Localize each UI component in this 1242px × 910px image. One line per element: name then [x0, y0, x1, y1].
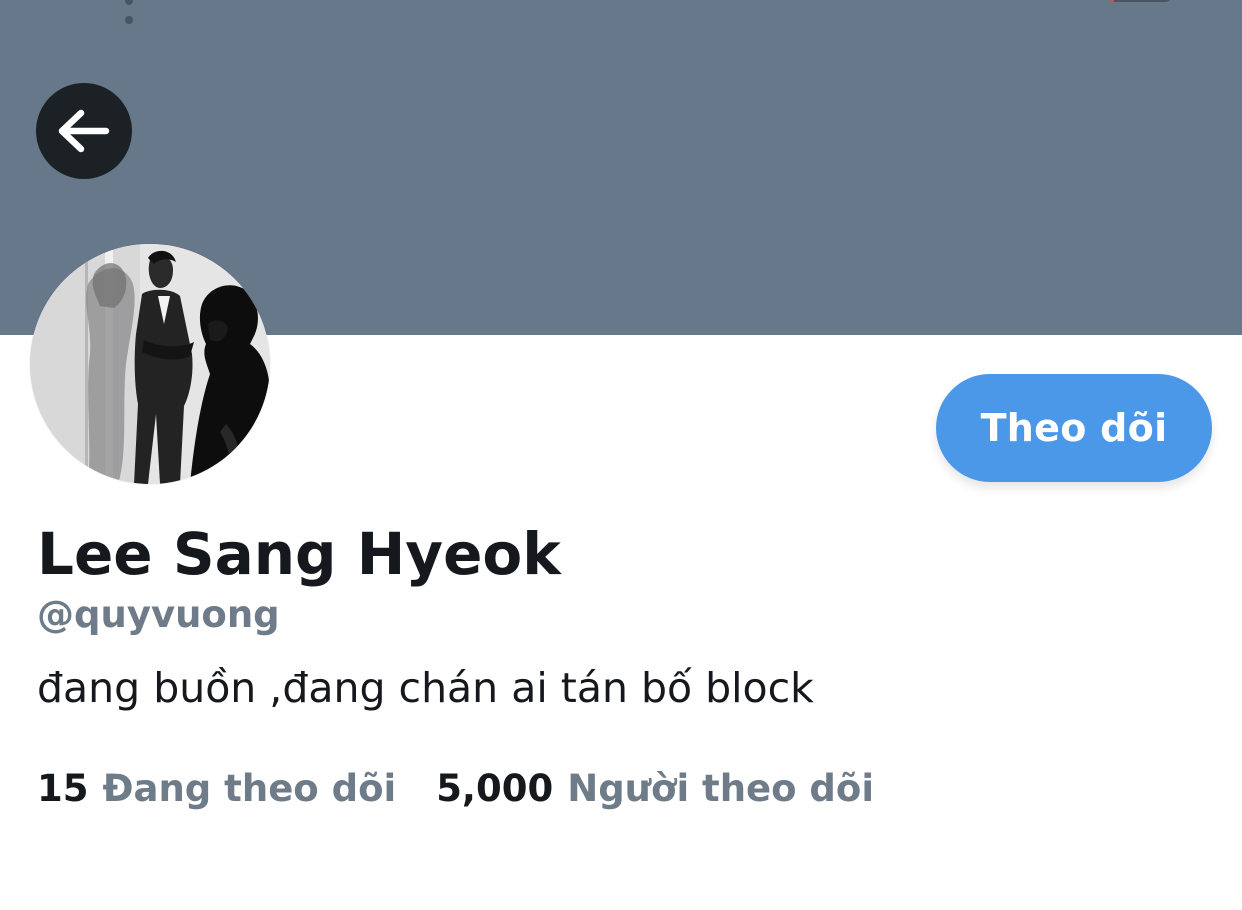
followers-stat[interactable]: 5,000 Người theo dõi — [436, 764, 874, 814]
following-label[interactable]: Đang theo dõi — [103, 764, 397, 814]
followers-count: 5,000 — [436, 767, 554, 810]
arrow-left-icon — [58, 109, 110, 153]
back-button[interactable] — [36, 83, 132, 179]
avatar[interactable] — [30, 244, 270, 484]
follow-button[interactable]: Theo dõi — [936, 374, 1212, 482]
following-count: 15 — [37, 767, 89, 810]
following-stat[interactable]: 15 Đang theo dõi — [37, 764, 396, 814]
avatar-image — [30, 244, 270, 484]
follow-stats: 15 Đang theo dõi 5,000 Người theo dõi — [37, 764, 874, 814]
status-bar-fragment — [125, 0, 235, 24]
profile-bio: đang buồn ,đang chán ai tán bố block — [37, 664, 814, 712]
followers-label[interactable]: Người theo dõi — [567, 764, 874, 814]
display-name: Lee Sang Hyeok — [37, 520, 561, 588]
battery-icon — [1108, 0, 1172, 2]
username-handle: @quyvuong — [37, 593, 280, 636]
